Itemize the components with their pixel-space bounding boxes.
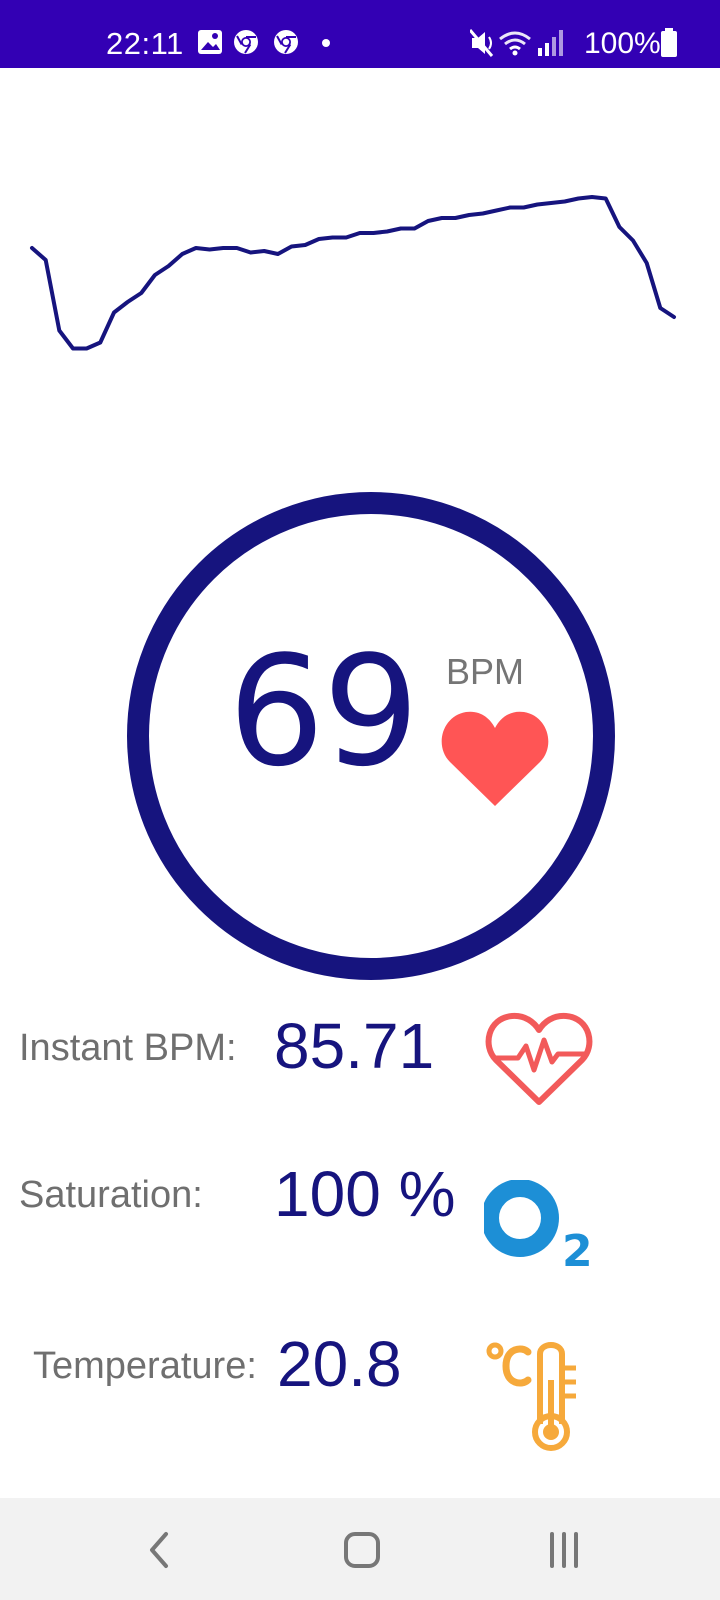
recents-icon[interactable]: [524, 1520, 604, 1580]
status-time: 22:11: [106, 26, 184, 61]
saturation-label: Saturation:: [19, 1174, 203, 1216]
instant-bpm-value: 85.71: [274, 1010, 435, 1082]
thermometer-icon: [486, 1342, 576, 1451]
gallery-icon: [198, 30, 222, 54]
wifi-icon: [499, 31, 531, 56]
temperature-value: 20.8: [277, 1328, 402, 1400]
battery-percentage: 100%: [584, 27, 661, 60]
mute-icon: [470, 29, 494, 57]
status-notification-icons: [198, 30, 330, 54]
home-icon[interactable]: [322, 1520, 402, 1580]
navigation-bar: [0, 1498, 720, 1600]
battery-icon: [661, 28, 677, 57]
chrome-icon: [234, 30, 258, 54]
status-system-icons: [470, 29, 563, 57]
dot-icon: [322, 39, 330, 47]
signal-icon: [538, 30, 563, 56]
oxygen-icon: 2: [484, 1180, 593, 1272]
pulse-waveform-line: [30, 195, 676, 351]
bpm-value: 69: [228, 623, 419, 800]
temperature-label: Temperature:: [33, 1345, 257, 1387]
bpm-unit-label: BPM: [446, 651, 525, 692]
instant-bpm-label: Instant BPM:: [19, 1027, 237, 1069]
heart-icon: [441, 711, 549, 806]
heartbeat-icon: [485, 1012, 593, 1105]
saturation-value: 100 %: [274, 1158, 456, 1230]
back-icon[interactable]: [120, 1520, 200, 1580]
status-bar: 22:11 100%: [0, 0, 720, 68]
app-screen: 22:11 100% 69 BPM Instant BPM: 85.71 Sat…: [0, 0, 720, 1600]
chrome-icon: [274, 30, 298, 54]
pulse-waveform-chart: [30, 195, 676, 351]
svg-text:2: 2: [562, 1226, 593, 1272]
